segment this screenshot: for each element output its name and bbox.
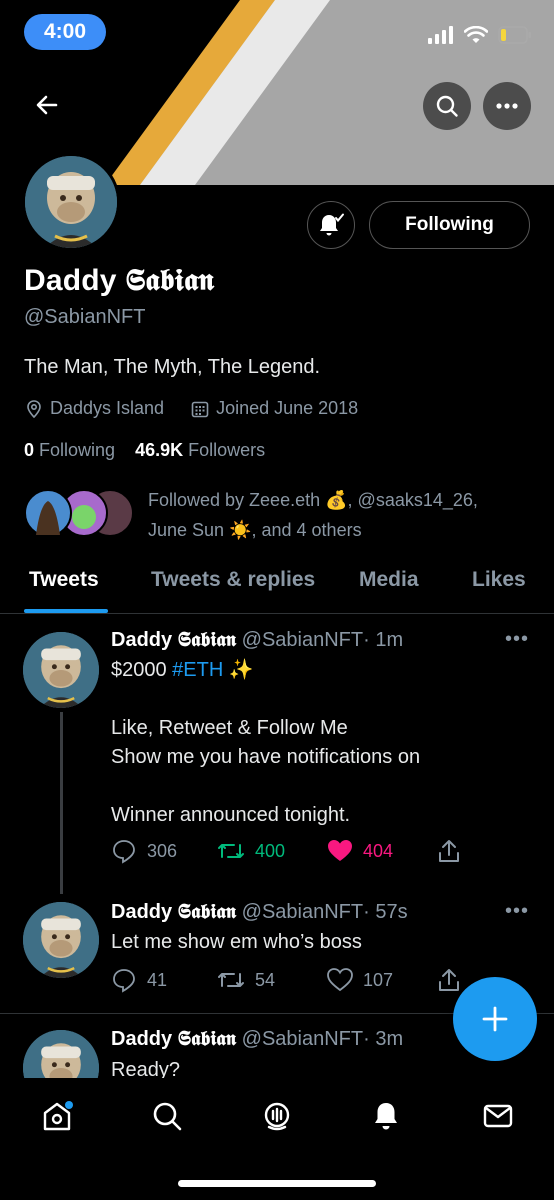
cellular-signal-icon <box>428 26 453 44</box>
back-button[interactable] <box>34 92 60 123</box>
profile-display-name: Daddy 𝕾𝖆𝖇𝖎𝖆𝖓 <box>24 264 215 297</box>
thread-line <box>60 712 63 894</box>
compose-tweet-button[interactable] <box>453 977 537 1061</box>
tab-tweets[interactable]: Tweets <box>29 568 99 592</box>
tab-tweets-replies[interactable]: Tweets & replies <box>151 568 315 592</box>
profile-joined: Joined June 2018 <box>216 398 359 418</box>
profile-meta: Daddys Island Joined June 2018 <box>24 398 358 419</box>
bell-check-icon <box>320 213 344 236</box>
status-time: 4:00 <box>24 14 106 50</box>
mutual-avatar-1 <box>24 489 72 537</box>
profile-tabs: Tweets Tweets & replies Media Likes <box>0 558 554 614</box>
reply-icon <box>113 969 135 993</box>
wifi-icon <box>464 26 488 43</box>
search-icon <box>153 1102 182 1131</box>
followed-by-avatars[interactable] <box>24 489 139 537</box>
tweet-header: Daddy 𝕾𝖆𝖇𝖎𝖆𝖓 @SabianNFT· 3m <box>111 1028 404 1050</box>
nav-notifications[interactable] <box>366 1096 406 1136</box>
profile-avatar[interactable] <box>22 153 120 251</box>
search-button[interactable] <box>423 82 471 130</box>
home-indicator <box>178 1180 376 1187</box>
share-button[interactable] <box>437 967 461 993</box>
mail-icon <box>483 1104 513 1128</box>
like-button[interactable]: 404 <box>327 839 437 863</box>
followed-by-text[interactable]: Followed by Zeee.eth 💰, @saaks14_26, Jun… <box>148 485 508 545</box>
tweet-header: Daddy 𝕾𝖆𝖇𝖎𝖆𝖓 @SabianNFT· 1m <box>111 629 404 651</box>
nav-spaces[interactable] <box>257 1096 297 1136</box>
tweet-text: Let me show em who’s boss <box>111 931 362 953</box>
followers-count-link[interactable]: 46.9K Followers <box>135 440 265 461</box>
active-tab-indicator <box>24 609 108 613</box>
like-button[interactable]: 107 <box>327 968 437 992</box>
bell-icon <box>375 1103 397 1130</box>
battery-icon <box>498 26 531 44</box>
reply-button[interactable]: 41 <box>111 967 217 993</box>
plus-icon <box>482 1006 508 1032</box>
tab-media[interactable]: Media <box>359 568 419 592</box>
tweet-more-icon[interactable]: ••• <box>505 900 529 923</box>
follow-counts: 0 Following 46.9K Followers <box>24 440 265 461</box>
retweet-button[interactable]: 54 <box>217 969 327 991</box>
nav-home[interactable] <box>37 1096 77 1136</box>
tweet-header: Daddy 𝕾𝖆𝖇𝖎𝖆𝖓 @SabianNFT· 57s <box>111 901 408 923</box>
tweet-avatar[interactable] <box>23 632 99 708</box>
retweet-icon <box>218 973 244 987</box>
status-icons <box>428 26 532 44</box>
hashtag-link[interactable]: #ETH <box>172 659 223 681</box>
ape-avatar-image <box>25 156 117 248</box>
share-icon <box>439 969 459 991</box>
tweet-actions: 41 54 107 <box>111 967 461 993</box>
notifications-bell-button[interactable] <box>307 201 355 249</box>
heart-outline-icon <box>327 968 353 992</box>
following-button[interactable]: Following <box>369 201 530 249</box>
profile-bio: The Man, The Myth, The Legend. <box>24 356 321 378</box>
tweet-more-icon[interactable]: ••• <box>505 628 529 651</box>
tweet-avatar[interactable] <box>23 1030 99 1078</box>
share-button[interactable] <box>437 838 461 864</box>
more-options-button[interactable] <box>483 82 531 130</box>
more-horizontal-icon <box>496 103 518 109</box>
nav-search[interactable] <box>147 1096 187 1136</box>
tweet-text: Ready? <box>111 1059 180 1078</box>
home-icon <box>43 1101 73 1131</box>
share-icon <box>439 840 459 862</box>
search-icon <box>436 95 458 117</box>
profile-handle: @SabianNFT <box>24 306 146 328</box>
tweet-text: $2000 #ETH ✨ Like, Retweet & Follow Me S… <box>111 659 421 826</box>
heart-filled-icon <box>328 840 352 861</box>
reply-icon <box>113 840 135 864</box>
retweet-button[interactable]: 400 <box>217 840 327 862</box>
reply-button[interactable]: 306 <box>111 838 217 864</box>
location-pin-icon <box>27 399 41 418</box>
tweet-avatar[interactable] <box>23 902 99 978</box>
back-arrow-icon <box>36 95 58 115</box>
tab-likes[interactable]: Likes <box>472 568 526 592</box>
nav-messages[interactable] <box>478 1096 518 1136</box>
sun-emoji: ☀️ <box>229 520 252 540</box>
following-count-link[interactable]: 0 Following <box>24 440 115 461</box>
calendar-icon <box>191 401 209 417</box>
spaces-icon <box>264 1102 290 1131</box>
retweet-icon <box>218 844 244 858</box>
tweet-actions: 306 400 404 <box>111 838 461 864</box>
profile-location: Daddys Island <box>50 398 165 418</box>
money-bag-emoji: 💰 <box>325 490 348 510</box>
